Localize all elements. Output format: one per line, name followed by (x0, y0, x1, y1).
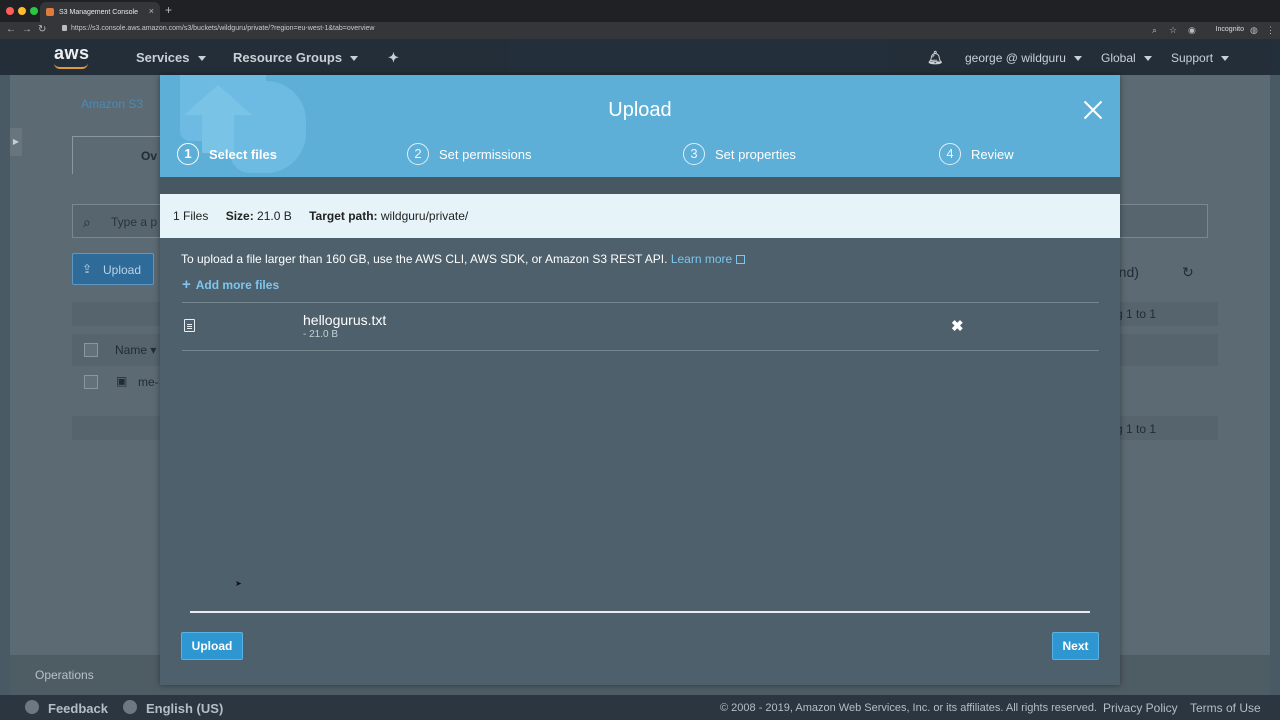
address-bar: ← → ↻ https://s3.console.aws.amazon.com/… (0, 22, 1280, 39)
remove-file-icon[interactable]: ✖ (951, 317, 964, 335)
files-count: 1 Files (173, 209, 209, 223)
size-value: 21.0 B (257, 209, 292, 223)
incognito-label: Incognito (1215, 26, 1244, 33)
feedback-link[interactable]: Feedback (48, 701, 108, 716)
pagination-label: g 1 to 1 (1116, 307, 1157, 321)
bell-icon[interactable]: 🔔︎ (927, 50, 944, 66)
globe-icon (123, 700, 137, 714)
menu-kebab-icon[interactable]: ⋮ (1266, 25, 1275, 36)
aws-smile-icon (54, 63, 88, 69)
region-menu[interactable]: Global (1101, 51, 1152, 65)
row-checkbox[interactable] (84, 375, 98, 389)
upload-summary-bar: 1 Files Size: 21.0 B Target path: wildgu… (160, 194, 1120, 238)
privacy-policy-link[interactable]: Privacy Policy (1103, 701, 1178, 715)
search-icon: ⌕ (83, 214, 91, 230)
zoom-icon[interactable]: ⌕ (1152, 25, 1157, 36)
upload-progress-bar (190, 611, 1090, 613)
close-icon[interactable] (1082, 99, 1104, 121)
file-list-top-divider (182, 302, 1099, 303)
file-name: hellogurus.txt (303, 312, 387, 328)
chevron-down-icon (350, 56, 359, 62)
step-set-properties[interactable]: 3 Set properties (683, 143, 796, 165)
forward-icon[interactable]: → (22, 24, 32, 35)
terms-of-use-link[interactable]: Terms of Use (1190, 701, 1261, 715)
chevron-down-icon (1073, 56, 1082, 62)
services-menu[interactable]: Services (136, 50, 206, 65)
image-file-icon: ▣ (116, 374, 128, 388)
next-button[interactable]: Next (1052, 632, 1099, 660)
s3-favicon-icon (46, 8, 54, 16)
language-selector[interactable]: English (US) (146, 701, 223, 716)
file-size: - 21.0 B (303, 329, 339, 340)
name-column-header[interactable]: Name ▾ (115, 343, 156, 357)
breadcrumb-amazon-s3[interactable]: Amazon S3 (81, 97, 143, 111)
upload-dialog: Upload 1 Select files 2 Set permissions 3S… (160, 75, 1120, 685)
console-footer: Feedback English (US) © 2008 - 2019, Ama… (0, 695, 1280, 720)
tab-title: S3 Management Console (59, 8, 138, 16)
mouse-pointer-icon: ➤ (235, 579, 242, 588)
pin-icon[interactable]: ✦ (388, 50, 399, 66)
tab-overview[interactable]: Ov (72, 136, 172, 174)
maximize-window-button[interactable] (30, 7, 38, 15)
feedback-icon (25, 700, 39, 714)
learn-more-link[interactable]: Learn more (671, 252, 746, 266)
refresh-icon[interactable]: ↻ (1182, 264, 1194, 281)
add-more-files-button[interactable]: + Add more files (182, 276, 279, 293)
chevron-down-icon (1221, 56, 1230, 62)
upload-button[interactable]: ⇪ Upload (72, 253, 154, 285)
minimize-window-button[interactable] (18, 7, 26, 15)
bookmark-star-icon[interactable]: ☆ (1169, 25, 1177, 36)
pagination-label-bottom: g 1 to 1 (1116, 422, 1157, 436)
sidebar-toggle-icon[interactable]: ▶ (10, 128, 22, 156)
url-field[interactable]: https://s3.console.aws.amazon.com/s3/buc… (62, 25, 375, 32)
back-icon[interactable]: ← (6, 24, 16, 35)
extension-icon[interactable]: ◉ (1188, 25, 1196, 36)
step-set-permissions[interactable]: 2 Set permissions (407, 143, 531, 165)
tab-close-icon[interactable]: × (149, 6, 154, 16)
step-review[interactable]: 4 Review (939, 143, 1014, 165)
reload-icon[interactable]: ↻ (38, 24, 46, 35)
document-icon (184, 319, 195, 332)
step-select-files[interactable]: 1 Select files (177, 143, 277, 165)
close-window-button[interactable] (6, 7, 14, 15)
upload-icon: ⇪ (82, 262, 93, 276)
external-link-icon (736, 255, 746, 265)
select-all-checkbox[interactable] (84, 343, 98, 357)
new-tab-button[interactable]: + (165, 3, 172, 17)
target-path: wildguru/private/ (380, 209, 469, 223)
chevron-down-icon (197, 56, 206, 62)
incognito-icon: ◍ (1250, 25, 1258, 35)
resource-groups-menu[interactable]: Resource Groups (233, 50, 359, 65)
support-menu[interactable]: Support (1171, 51, 1230, 65)
aws-logo[interactable]: aws (54, 43, 90, 64)
upload-dialog-header: Upload 1 Select files 2 Set permissions 3S… (160, 75, 1120, 177)
lock-icon (62, 25, 67, 32)
upload-button[interactable]: Upload (181, 632, 243, 660)
browser-tab[interactable]: S3 Management Console × (40, 2, 160, 22)
copyright-text: © 2008 - 2019, Amazon Web Services, Inc.… (720, 702, 1097, 714)
dialog-title: Upload (608, 99, 672, 121)
large-file-note: To upload a file larger than 160 GB, use… (181, 252, 746, 266)
header-divider (160, 177, 1120, 194)
chevron-down-icon (1143, 56, 1152, 62)
aws-nav-bar: aws Services Resource Groups ✦ 🔔︎ george… (0, 39, 1280, 75)
browser-tab-bar: S3 Management Console × + (0, 0, 1280, 22)
user-menu[interactable]: george @ wildguru (965, 51, 1082, 65)
plus-icon: + (182, 276, 191, 293)
file-list-bottom-divider (182, 350, 1099, 351)
